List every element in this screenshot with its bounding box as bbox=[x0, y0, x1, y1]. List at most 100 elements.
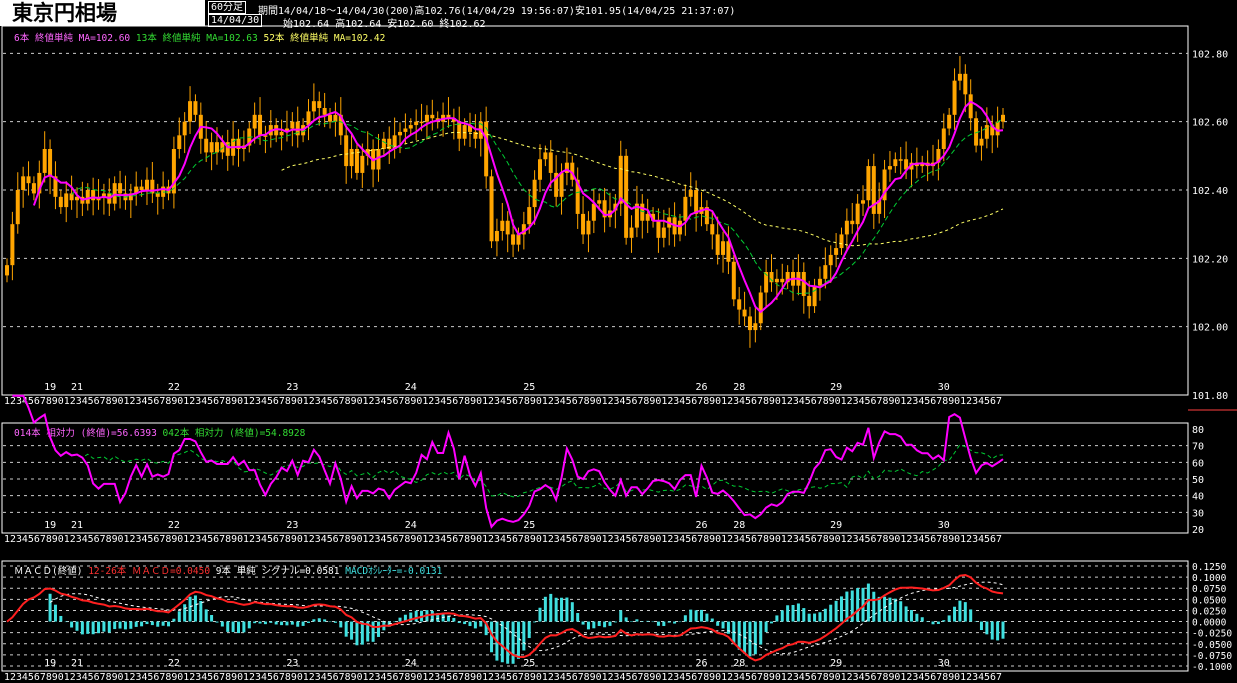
histogram-bar bbox=[506, 621, 510, 664]
candle-body bbox=[317, 101, 322, 108]
histogram-bar bbox=[80, 621, 84, 635]
histogram-bar bbox=[123, 621, 127, 630]
histogram-bar bbox=[53, 604, 57, 622]
histogram-bar bbox=[167, 621, 171, 627]
histogram-bar bbox=[985, 621, 989, 635]
candle-body bbox=[753, 323, 758, 331]
hour-tick-row: 1234567890123456789012345678901234567890… bbox=[4, 534, 1002, 545]
macd-tick-label: -0.0500 bbox=[1192, 640, 1232, 651]
histogram-bar bbox=[931, 621, 935, 625]
day-label: 28 bbox=[733, 658, 745, 669]
histogram-bar bbox=[527, 621, 531, 639]
candle-body bbox=[290, 121, 295, 129]
candle-body bbox=[516, 234, 521, 245]
histogram-group bbox=[48, 583, 1005, 664]
candle-body bbox=[489, 176, 494, 242]
histogram-bar bbox=[829, 604, 833, 622]
candle-body bbox=[850, 220, 855, 225]
candle-body bbox=[737, 299, 742, 310]
candle-body bbox=[360, 155, 365, 173]
candle-body bbox=[204, 138, 209, 153]
histogram-bar bbox=[791, 604, 795, 622]
histogram-bar bbox=[753, 621, 757, 655]
candle-body bbox=[817, 278, 822, 286]
histogram-bar bbox=[586, 621, 590, 630]
histogram-bar bbox=[290, 621, 294, 625]
histogram-bar bbox=[603, 621, 607, 628]
histogram-bar bbox=[172, 618, 176, 622]
chart-canvas: 102.80 102.60 102.40 102.20 102.00 101.80 19 21… bbox=[1, 25, 1237, 683]
day-label: 24 bbox=[405, 520, 417, 531]
histogram-bar bbox=[118, 621, 122, 629]
histogram-bar bbox=[414, 610, 418, 622]
candle-body bbox=[715, 234, 720, 255]
candle-body bbox=[624, 155, 629, 238]
histogram-bar bbox=[134, 621, 138, 627]
candle-body bbox=[812, 285, 817, 307]
price-tick-label: 102.40 bbox=[1192, 186, 1228, 197]
rsi-tick-label: 60 bbox=[1192, 458, 1204, 469]
histogram-bar bbox=[721, 621, 725, 629]
histogram-bar bbox=[97, 621, 101, 634]
histogram-bar bbox=[942, 620, 946, 622]
day-label: 26 bbox=[696, 520, 708, 531]
candle-body bbox=[91, 190, 96, 201]
candle-body bbox=[839, 234, 844, 249]
histogram-bar bbox=[183, 604, 187, 622]
candle-body bbox=[527, 207, 532, 225]
histogram-bar bbox=[263, 621, 267, 625]
day-label: 29 bbox=[830, 382, 842, 393]
day-label: 25 bbox=[523, 520, 535, 531]
histogram-bar bbox=[872, 591, 876, 622]
candle-body bbox=[898, 159, 903, 161]
histogram-bar bbox=[936, 621, 940, 624]
candle-body bbox=[742, 309, 747, 317]
candle-body bbox=[139, 186, 144, 190]
rsi-tick-label: 40 bbox=[1192, 492, 1204, 503]
histogram-bar bbox=[635, 619, 639, 622]
day-label: 22 bbox=[168, 520, 180, 531]
macd-tick-label: 0.1000 bbox=[1192, 573, 1227, 584]
day-label: 30 bbox=[938, 382, 950, 393]
histogram-bar bbox=[339, 621, 343, 628]
histogram-bar bbox=[673, 621, 677, 624]
candle-body bbox=[15, 190, 20, 225]
histogram-bar bbox=[893, 598, 897, 622]
histogram-bar bbox=[150, 621, 154, 626]
histogram-bar bbox=[285, 621, 289, 626]
candle-body bbox=[473, 131, 478, 139]
candle-body bbox=[952, 80, 957, 115]
candle-body bbox=[801, 272, 806, 296]
histogram-bar bbox=[177, 611, 181, 622]
histogram-bar bbox=[376, 621, 380, 637]
histogram-bar bbox=[350, 621, 354, 640]
candle-body bbox=[505, 220, 510, 235]
macd-tick-label: -0.0750 bbox=[1192, 651, 1232, 662]
hour-tick-row: 1234567890123456789012345678901234567890… bbox=[4, 396, 1002, 407]
histogram-bar bbox=[398, 617, 402, 622]
day-label: 26 bbox=[696, 382, 708, 393]
histogram-bar bbox=[269, 621, 273, 623]
histogram-bar bbox=[193, 595, 197, 622]
day-label: 19 bbox=[44, 658, 56, 669]
histogram-bar bbox=[344, 621, 348, 637]
candle-body bbox=[21, 176, 26, 190]
day-label: 22 bbox=[168, 382, 180, 393]
candle-body bbox=[807, 295, 812, 307]
price-tick-label: 101.80 bbox=[1192, 391, 1228, 402]
histogram-bar bbox=[86, 621, 90, 634]
histogram-bar bbox=[630, 621, 634, 622]
histogram-bar bbox=[220, 621, 224, 627]
histogram-bar bbox=[296, 621, 300, 627]
candle-body bbox=[893, 159, 898, 167]
histogram-bar bbox=[592, 621, 596, 629]
histogram-bar bbox=[247, 621, 251, 629]
candle-body bbox=[979, 138, 984, 146]
candle-body bbox=[559, 172, 564, 197]
histogram-bar bbox=[996, 621, 1000, 641]
histogram-bar bbox=[70, 621, 74, 628]
histogram-bar bbox=[479, 621, 483, 627]
candle-body bbox=[144, 179, 149, 190]
macd-tick-label: 0.0250 bbox=[1192, 606, 1227, 617]
histogram-bar bbox=[237, 621, 241, 634]
